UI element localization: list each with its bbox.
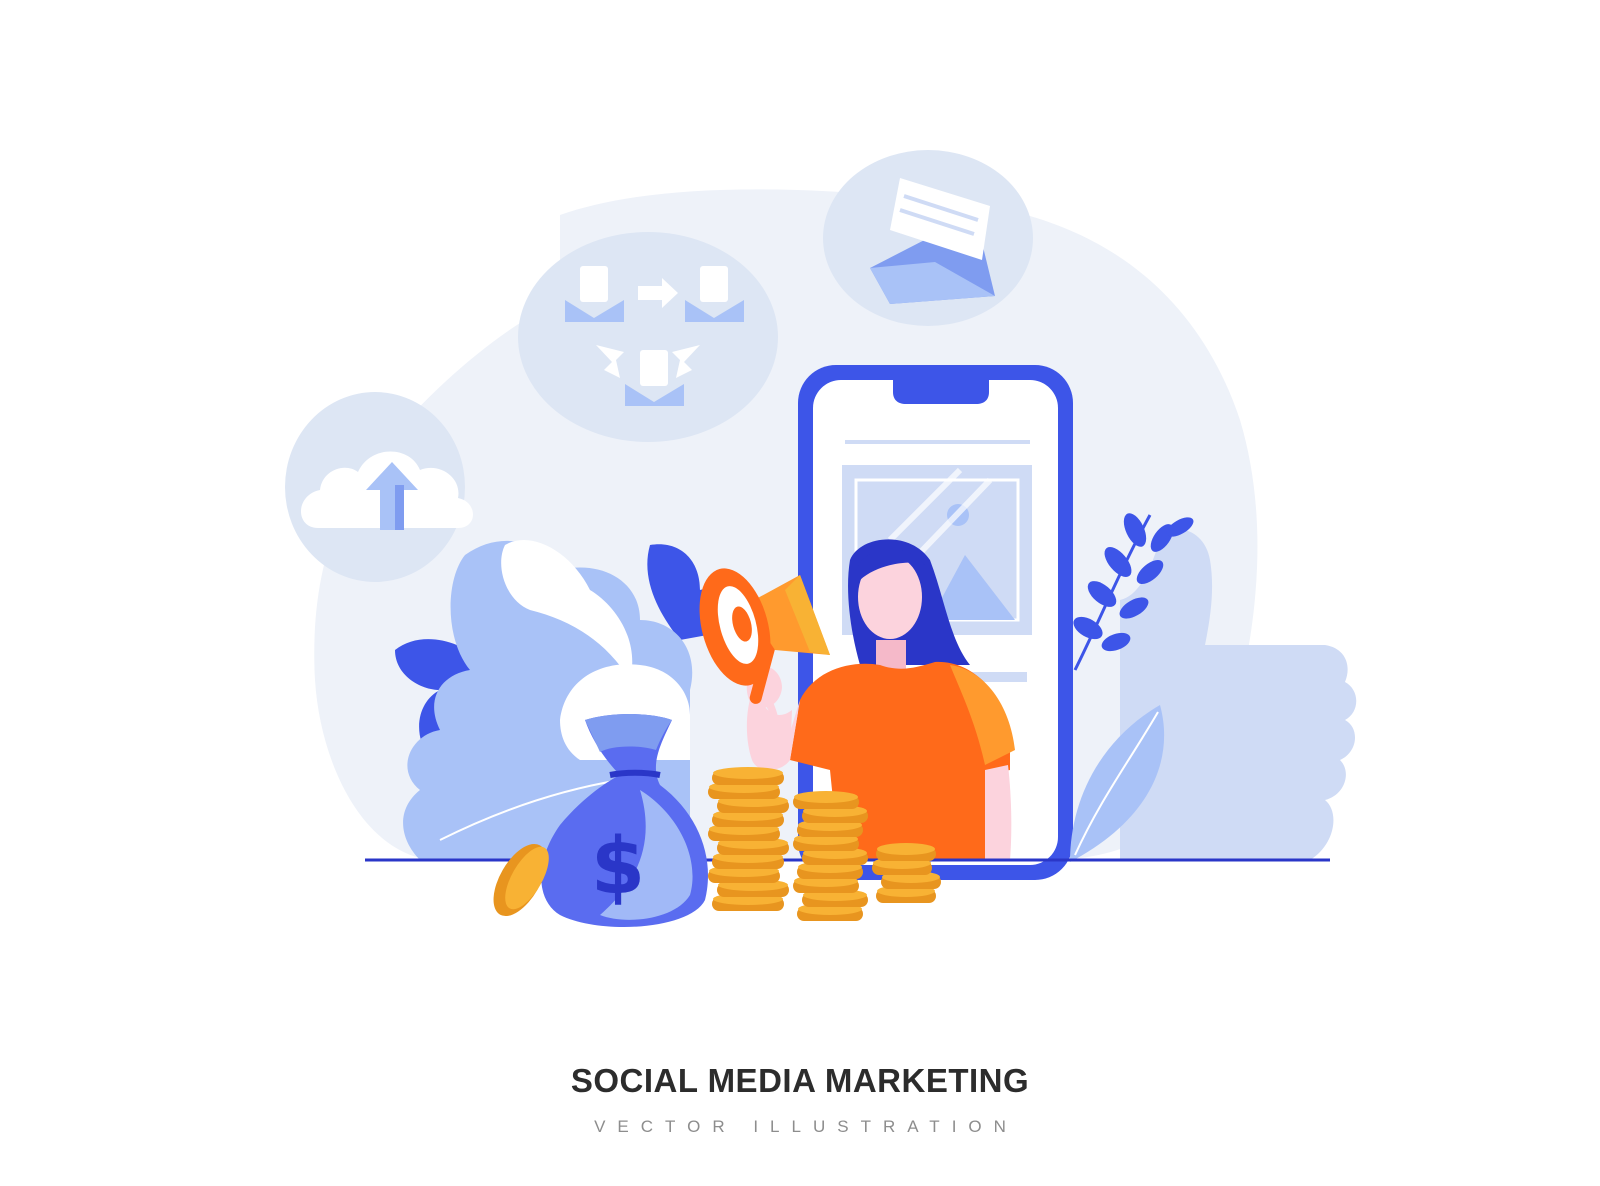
dollar-sign-icon: $ — [591, 822, 645, 912]
share-network-icon — [518, 232, 778, 442]
coin-face — [713, 767, 783, 779]
social-media-marketing-illustration: $ — [285, 150, 1357, 927]
coin-face — [794, 791, 858, 803]
envelope-icon — [823, 150, 1033, 326]
page-title: SOCIAL MEDIA MARKETING — [570, 1062, 1030, 1099]
page-subtitle: VECTOR ILLUSTRATION — [594, 1117, 1018, 1136]
coin-face — [877, 843, 935, 855]
